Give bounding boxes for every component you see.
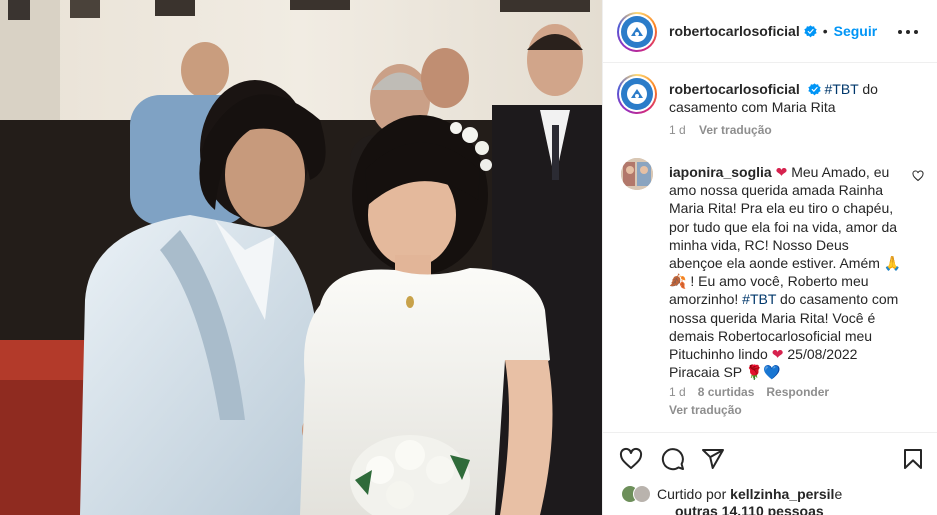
caption-meta: 1 d Ver tradução bbox=[669, 123, 772, 137]
caption-text: robertocarlosoficial #TBT do casamento c… bbox=[669, 80, 919, 116]
liked-by-row: Curtido por kellzinha_persil e bbox=[621, 485, 931, 503]
header-username[interactable]: robertocarlosoficial bbox=[669, 23, 800, 39]
instagram-post-window: robertocarlosoficial • Seguir robertocar… bbox=[0, 0, 937, 515]
caption-translate-link[interactable]: Ver tradução bbox=[699, 123, 772, 137]
liker-avatars[interactable] bbox=[621, 485, 651, 503]
post-side-panel: robertocarlosoficial • Seguir robertocar… bbox=[602, 0, 937, 515]
liker-avatar-2 bbox=[633, 485, 651, 503]
liked-others[interactable]: outras 14.110 pessoas bbox=[675, 503, 824, 515]
comment-icon[interactable] bbox=[661, 447, 685, 471]
comment-avatar[interactable] bbox=[621, 158, 653, 190]
liked-suffix: e bbox=[834, 486, 843, 502]
more-options-icon[interactable] bbox=[898, 22, 918, 42]
separator-dot: • bbox=[822, 23, 828, 39]
heart-icon[interactable] bbox=[619, 447, 643, 471]
profile-avatar[interactable] bbox=[617, 12, 657, 52]
liked-prefix: Curtido por bbox=[657, 486, 727, 502]
liked-user[interactable]: kellzinha_persil bbox=[730, 486, 834, 502]
caption-logo-icon bbox=[621, 78, 653, 110]
profile-logo-icon bbox=[621, 16, 653, 48]
comment-hashtag[interactable]: #TBT bbox=[742, 291, 776, 307]
comment-like-heart-icon[interactable] bbox=[912, 170, 924, 182]
comment-text: iaponira_soglia ❤ Meu Amado, eu amo noss… bbox=[669, 163, 903, 381]
verified-badge-icon bbox=[804, 24, 817, 37]
comment-body-1: Meu Amado, eu amo nossa querida amada Ra… bbox=[669, 164, 898, 272]
wedding-photo-illustration bbox=[0, 0, 602, 515]
comment-translate: Ver tradução bbox=[669, 403, 742, 417]
bookmark-icon[interactable] bbox=[901, 447, 925, 471]
comment-username[interactable]: iaponira_soglia bbox=[669, 164, 772, 180]
comment-likes[interactable]: 8 curtidas bbox=[698, 385, 755, 399]
comment-meta: 1 d 8 curtidas Responder bbox=[669, 385, 829, 399]
share-icon[interactable] bbox=[701, 447, 725, 471]
caption-username[interactable]: robertocarlosoficial bbox=[669, 81, 800, 97]
rose-heart-emoji: 🌹💙 bbox=[745, 364, 781, 381]
heart-emoji-2: ❤ bbox=[771, 346, 784, 363]
caption-hashtag[interactable]: #TBT bbox=[824, 81, 858, 97]
action-bar bbox=[603, 432, 937, 484]
follow-button[interactable]: Seguir bbox=[834, 23, 878, 39]
caption-avatar[interactable] bbox=[617, 74, 657, 114]
header-user-row: robertocarlosoficial • Seguir bbox=[669, 23, 877, 39]
heart-emoji: ❤ bbox=[775, 164, 788, 180]
caption-age: 1 d bbox=[669, 123, 686, 137]
comment-age: 1 d bbox=[669, 385, 686, 399]
comment-reply-button[interactable]: Responder bbox=[766, 385, 829, 399]
comment-translate-link[interactable]: Ver tradução bbox=[669, 403, 742, 417]
post-photo[interactable] bbox=[0, 0, 602, 515]
verified-badge-icon bbox=[807, 83, 821, 96]
post-header: robertocarlosoficial • Seguir bbox=[603, 0, 937, 63]
